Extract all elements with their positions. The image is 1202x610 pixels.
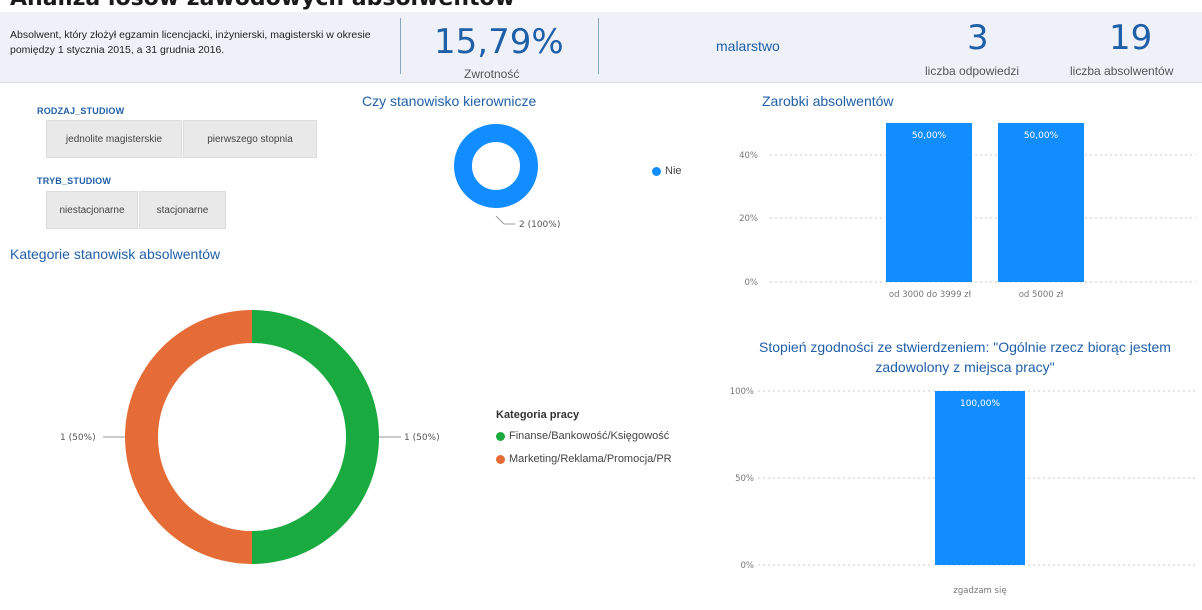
y-tick-label: 0%	[741, 561, 755, 571]
donut-slice-finanse[interactable]	[252, 310, 379, 564]
chart-title-zarobki: Zarobki absolwentów	[762, 93, 894, 109]
page-title: Analiza losów zawodowych absolwentów	[10, 0, 515, 11]
chart-title-kategorie: Kategorie stanowisk absolwentów	[10, 246, 221, 262]
bar-data-label: 50,00%	[1024, 131, 1059, 141]
y-tick-label: 50%	[735, 474, 754, 484]
legend-marker-dot	[496, 431, 505, 441]
bar-od-3000-do-3999[interactable]	[886, 123, 972, 282]
slicer-option-jednolite-magisterskie[interactable]: jednolite magisterskie	[46, 120, 182, 158]
kpi-divider	[400, 18, 401, 74]
slice-label-nie: 2 (100%)	[519, 220, 560, 230]
legend-label: Nie	[665, 165, 682, 177]
x-tick-label: zgadzam się	[953, 586, 1006, 596]
bar-chart-zgodnosc: 100% 50% 0% 100,00% zgadzam się	[730, 387, 1196, 596]
legend-item-marketing[interactable]: Marketing/Reklama/Promocja/PR	[496, 453, 672, 465]
graduates-value: 19	[1109, 18, 1153, 58]
y-tick-label: 0%	[745, 278, 759, 288]
slice-label-finanse: 1 (50%)	[404, 433, 440, 443]
y-tick-label: 40%	[739, 151, 758, 161]
kpi-divider	[598, 18, 599, 74]
responses-value: 3	[967, 18, 989, 58]
slice-label-marketing: 1 (50%)	[60, 433, 96, 443]
responses-label: liczba odpowiedzi	[925, 64, 1020, 78]
bar-chart-zarobki: 40% 20% 0% 50,00% 50,00% od 3000 do 3999…	[739, 123, 1196, 300]
bar-od-5000[interactable]	[998, 123, 1084, 282]
bar-zgadzam-sie[interactable]	[935, 391, 1025, 565]
bar-data-label: 50,00%	[912, 131, 947, 141]
legend-marker-dot	[496, 454, 505, 464]
legend-title: Kategoria pracy	[496, 409, 580, 421]
return-rate-value: 15,79%	[434, 22, 564, 62]
slicer-option-niestacjonarne[interactable]: niestacjonarne	[46, 191, 138, 229]
x-tick-label: od 5000 zł	[1019, 290, 1064, 300]
kpi-band: Absolwent, który złożył egzamin licencja…	[0, 12, 1202, 83]
x-tick-label: od 3000 do 3999 zł	[889, 290, 972, 300]
legend-label: Finanse/Bankowość/Księgowość	[509, 430, 670, 442]
donut-slice-marketing[interactable]	[125, 310, 252, 564]
bar-data-label: 100,00%	[960, 399, 1000, 409]
donut-slice-nie	[454, 124, 538, 208]
slicer-option-pierwszego-stopnia[interactable]: pierwszego stopnia	[183, 120, 317, 158]
legend-marker-dot	[652, 166, 661, 176]
kpi-description: Absolwent, który złożył egzamin licencja…	[10, 29, 371, 56]
chart-title-kierownicze: Czy stanowisko kierownicze	[362, 93, 537, 109]
graduates-label: liczba absolwentów	[1070, 64, 1174, 78]
legend-label: Marketing/Reklama/Promocja/PR	[509, 453, 672, 465]
chart-title-zgodnosc: Stopień zgodności ze stwierdzeniem: "Ogó…	[759, 339, 1171, 375]
y-tick-label: 20%	[739, 214, 758, 224]
slicer-title-tryb: TRYB_STUDIOW	[37, 176, 112, 186]
legend-item-nie[interactable]: Nie	[652, 165, 682, 177]
y-tick-label: 100%	[730, 387, 754, 397]
return-rate-label: Zwrotność	[464, 67, 520, 81]
donut-chart-kategorie: 1 (50%) 1 (50%)	[60, 310, 440, 564]
donut-chart-kierownicze: 2 (100%)	[454, 124, 560, 230]
field-of-study: malarstwo	[716, 38, 780, 54]
slice-leader-line	[495, 215, 505, 225]
slicer-title-rodzaj: RODZAJ_STUDIOW	[37, 106, 125, 116]
legend-item-finanse[interactable]: Finanse/Bankowość/Księgowość	[496, 430, 669, 442]
slicer-option-stacjonarne[interactable]: stacjonarne	[139, 191, 226, 229]
